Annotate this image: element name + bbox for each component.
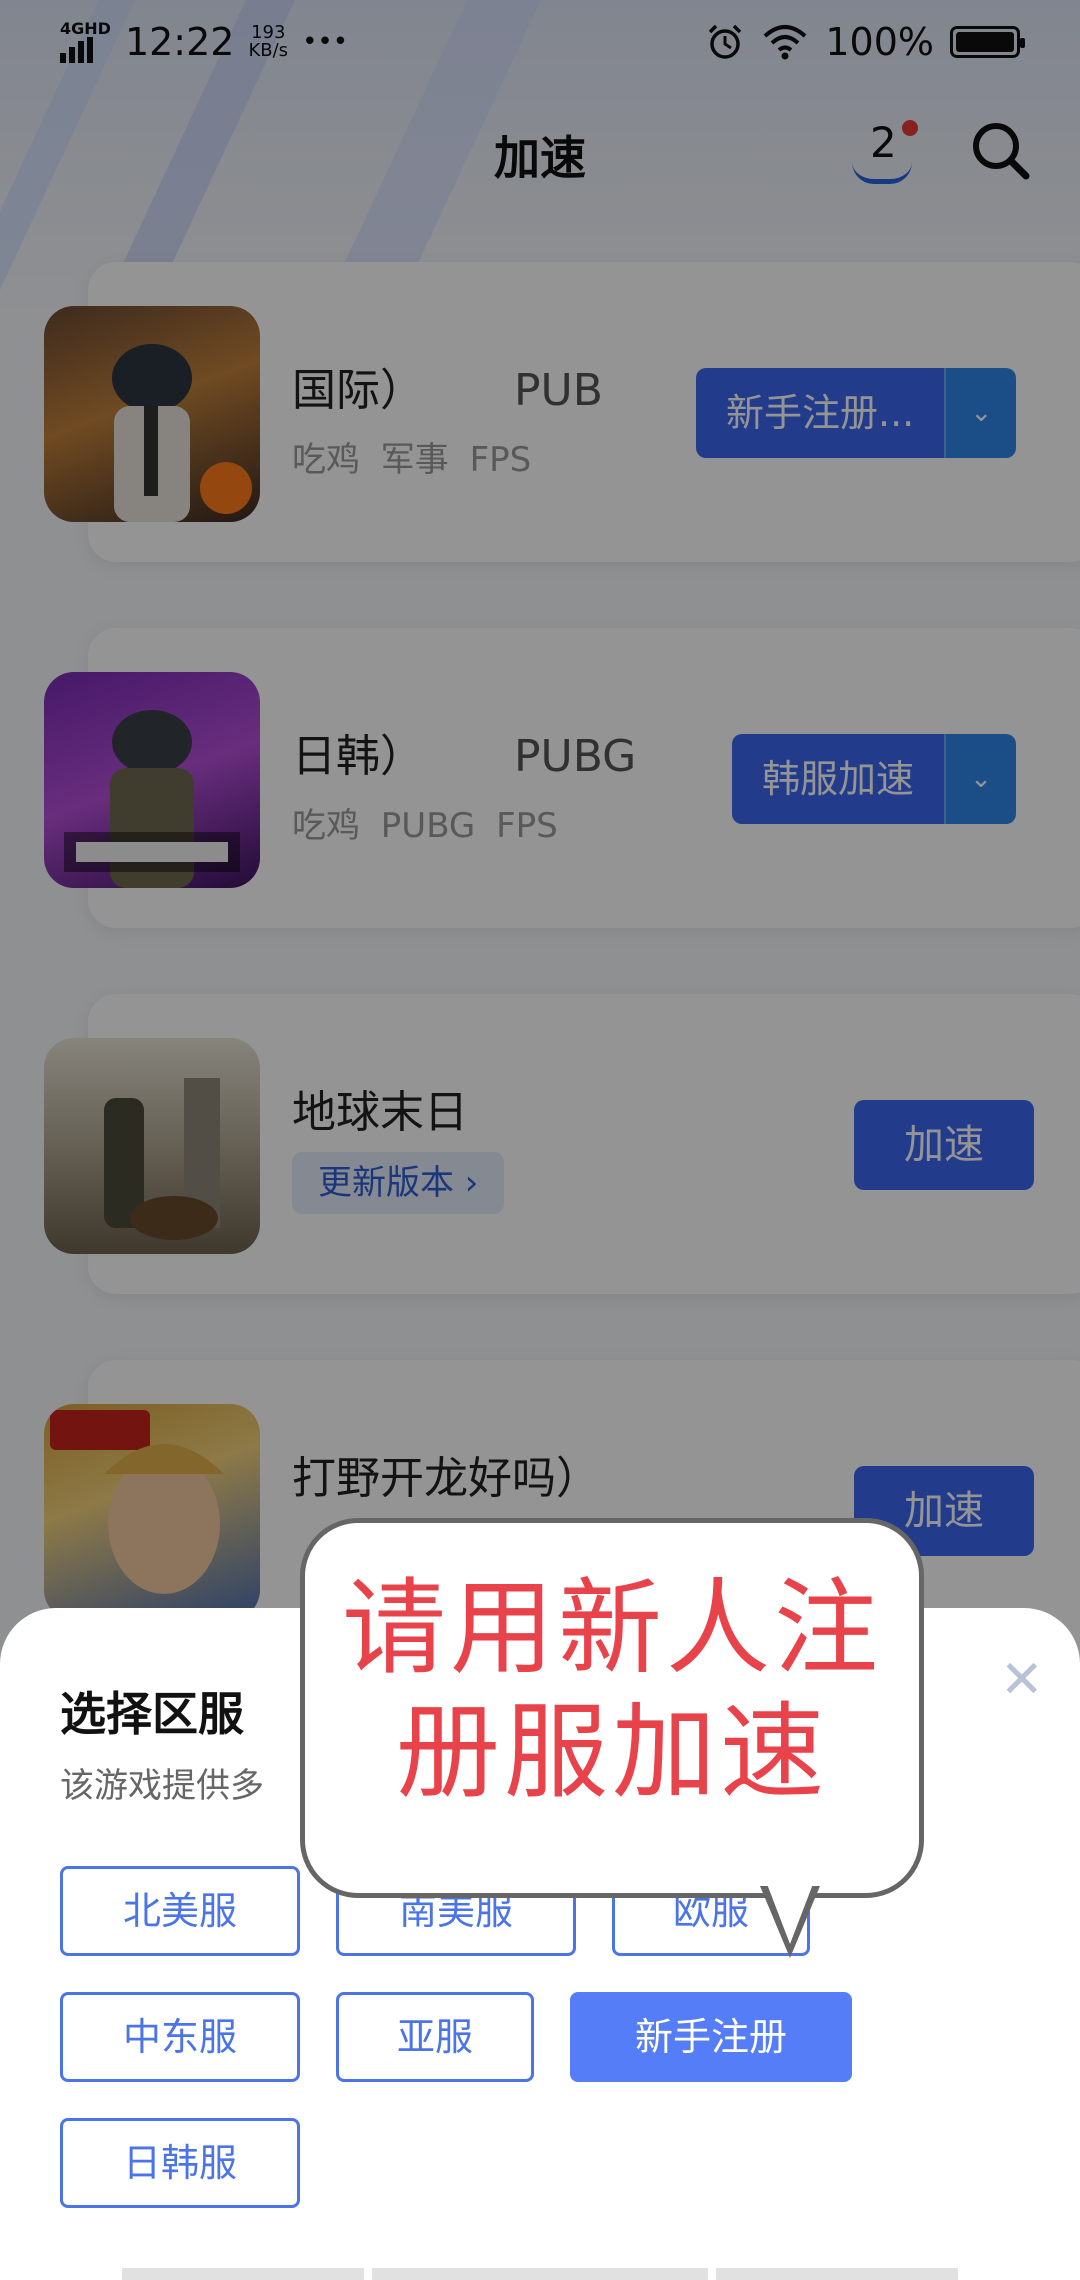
sheet-title: 选择区服 — [60, 1687, 244, 1741]
callout-text: 请用新人注 册服加速 — [341, 1567, 882, 1813]
close-icon[interactable]: ✕ — [1000, 1650, 1044, 1710]
sheet-subtitle: 该游戏提供多 — [60, 1766, 264, 1806]
bottom-divider — [122, 2268, 364, 2280]
region-newbie-register[interactable]: 新手注册 — [570, 1992, 852, 2082]
callout-tail-fill — [767, 1884, 813, 1944]
region-asia[interactable]: 亚服 — [336, 1992, 534, 2082]
region-north-america[interactable]: 北美服 — [60, 1866, 300, 1956]
region-japan-korea[interactable]: 日韩服 — [60, 2118, 300, 2208]
bottom-divider — [372, 2268, 708, 2280]
bottom-divider — [716, 2268, 958, 2280]
region-middle-east[interactable]: 中东服 — [60, 1992, 300, 2082]
